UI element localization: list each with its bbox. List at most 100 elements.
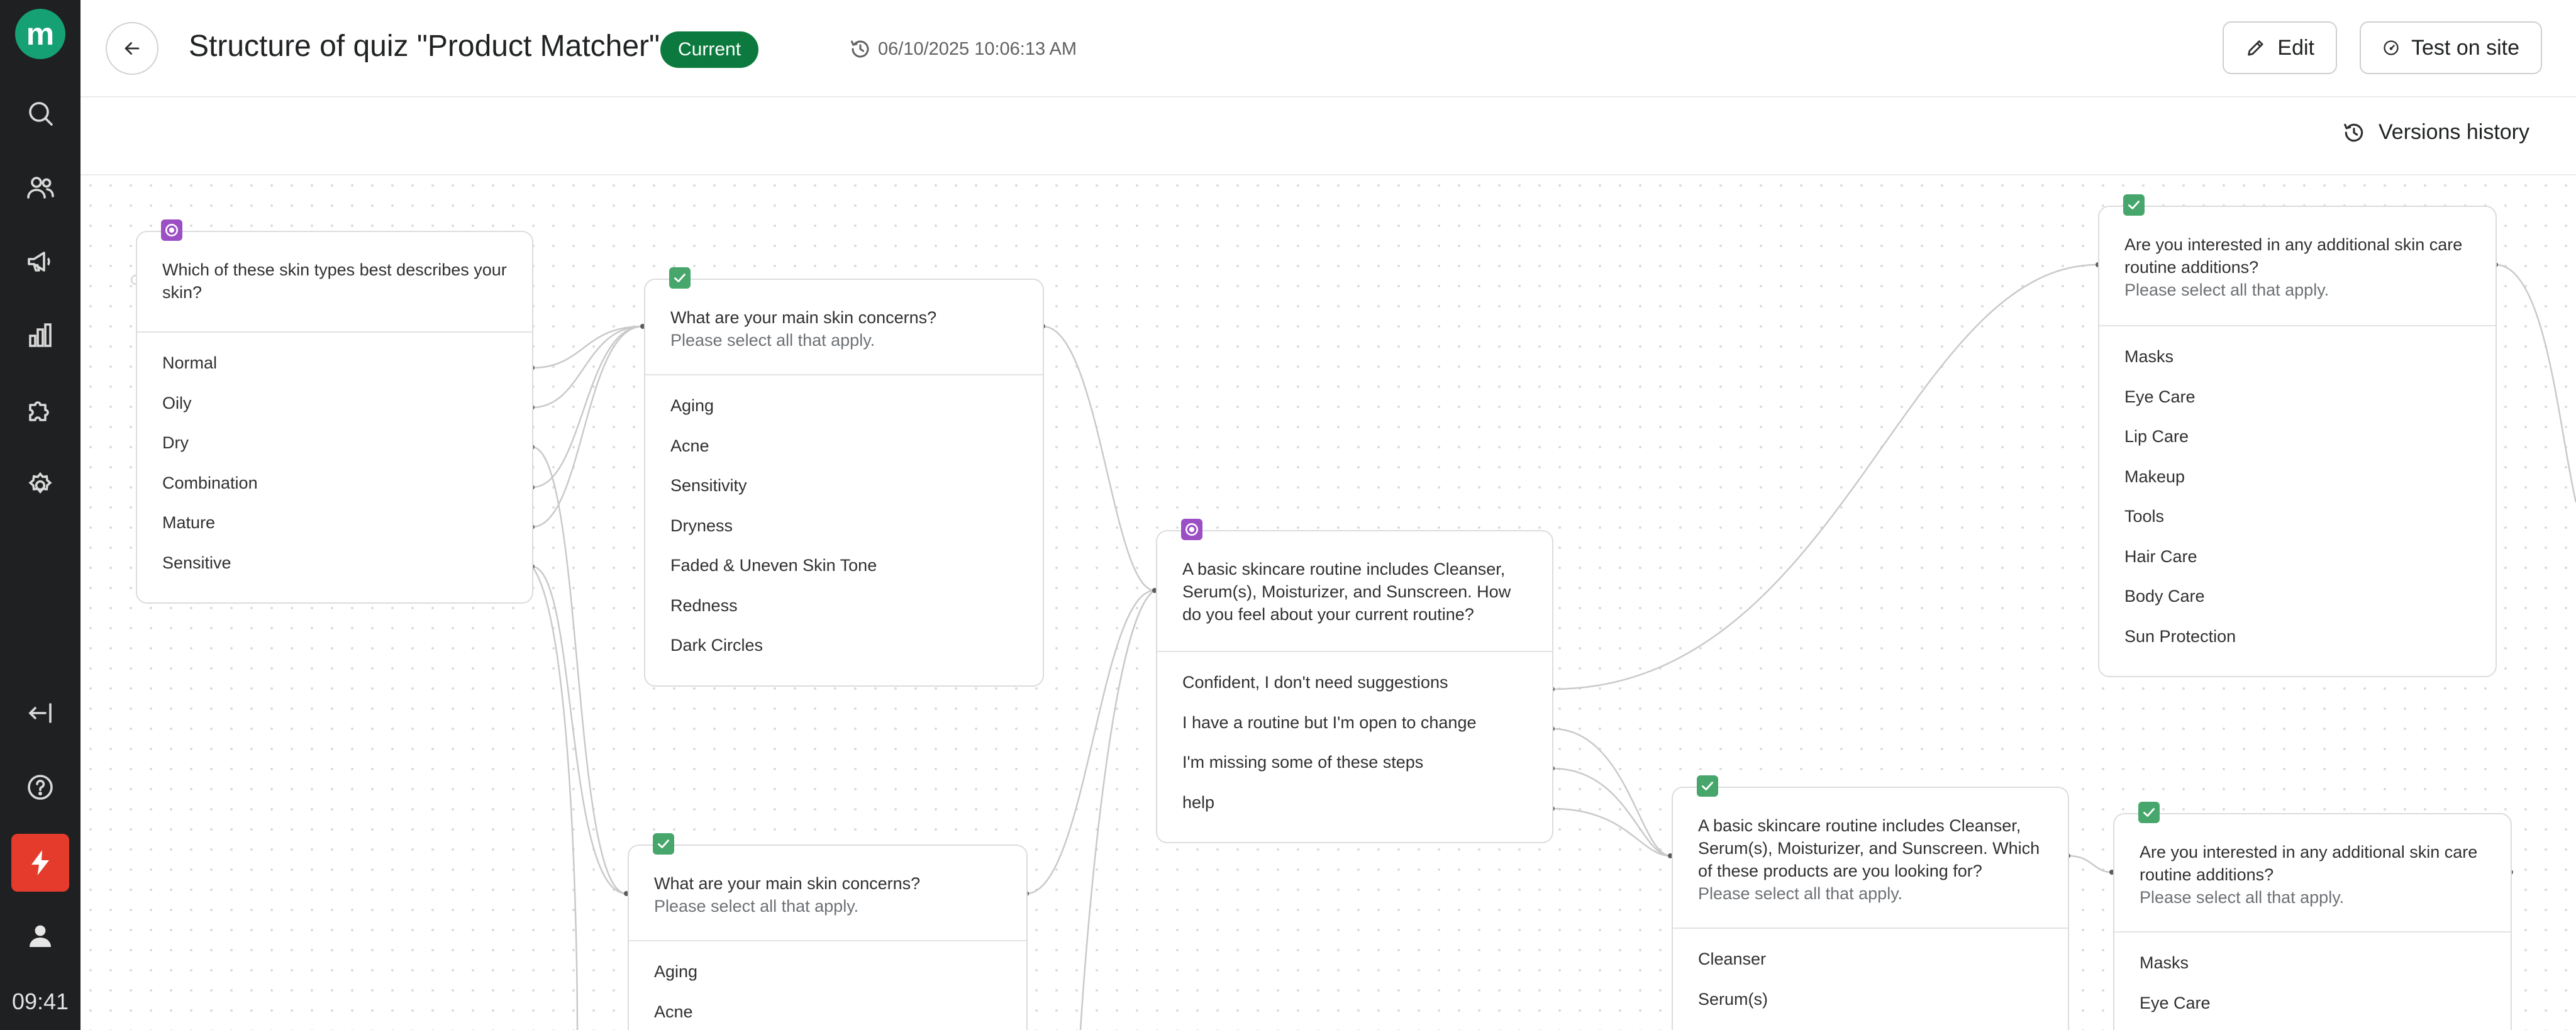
multi-choice-badge xyxy=(653,833,674,855)
bolt-icon xyxy=(31,850,49,875)
multi-choice-badge xyxy=(2123,194,2145,216)
answer-option: Combination xyxy=(162,473,258,492)
answer-option: Sun Protection xyxy=(2124,626,2236,646)
versions-history-label: Versions history xyxy=(2379,120,2529,144)
help-icon xyxy=(28,775,53,800)
checkbox-icon xyxy=(1702,782,1713,790)
answer-option: Eye Care xyxy=(2140,993,2211,1012)
multi-choice-badge xyxy=(2138,802,2160,823)
puzzle-icon xyxy=(29,401,49,421)
edit-button[interactable]: Edit xyxy=(2223,21,2337,74)
checkbox-icon xyxy=(2143,808,2155,817)
arrow-left-icon xyxy=(125,42,140,55)
question-hint: Please select all that apply. xyxy=(1698,884,1903,903)
checkbox-icon xyxy=(658,839,669,848)
speedometer-icon xyxy=(2384,40,2399,55)
app-logo[interactable]: m xyxy=(15,9,65,59)
versions-history-button[interactable]: Versions history xyxy=(2342,120,2529,145)
multi-choice-badge xyxy=(669,267,691,289)
question-text: What are your main skin concerns? xyxy=(670,308,937,327)
answer-option: Dark Circles xyxy=(670,636,763,655)
question-node-skin-type[interactable]: Which of these skin types best describes… xyxy=(136,219,533,604)
question-hint: Please select all that apply. xyxy=(670,331,875,350)
answer-option: Masks xyxy=(2124,347,2174,366)
radio-icon xyxy=(1185,523,1198,536)
answer-option: Oily xyxy=(162,393,192,413)
analytics-icon xyxy=(29,323,52,347)
question-node-routine-additions-secondary[interactable]: Are you interested in any additional ski… xyxy=(2113,802,2512,1030)
checkbox-icon xyxy=(674,274,686,282)
back-button[interactable] xyxy=(106,22,158,75)
answer-option: Masks xyxy=(2140,953,2189,972)
profile-icon xyxy=(30,925,51,947)
radio-icon xyxy=(165,224,178,236)
gear-icon xyxy=(28,472,52,494)
multi-choice-badge xyxy=(1697,775,1718,797)
question-text: A basic skincare routine includes Cleans… xyxy=(1698,816,2040,880)
answer-option: Hair Care xyxy=(2124,546,2197,566)
users-icon xyxy=(27,177,54,199)
answer-option: Redness xyxy=(670,595,738,615)
page-title: Structure of quiz "Product Matcher" xyxy=(189,30,660,63)
single-choice-badge xyxy=(1181,519,1202,540)
answer-option: Mature xyxy=(162,513,216,532)
answer-option: Aging xyxy=(670,396,714,415)
answer-option: Normal xyxy=(162,353,218,372)
answer-option: I'm missing some of these steps xyxy=(1182,753,1424,772)
analytics-nav-button[interactable] xyxy=(15,311,65,361)
checkbox-icon xyxy=(2128,201,2140,209)
clock: 09:41 xyxy=(11,988,69,1014)
history-icon xyxy=(851,40,869,58)
search-icon xyxy=(29,102,53,126)
app-sidebar: m 09:41 xyxy=(0,0,80,1030)
status-badge: Current xyxy=(660,31,759,68)
campaigns-nav-button[interactable] xyxy=(15,236,65,287)
search-nav-button[interactable] xyxy=(15,88,65,138)
settings-nav-button[interactable] xyxy=(15,460,65,511)
question-hint: Please select all that apply. xyxy=(654,897,859,916)
answer-option: help xyxy=(1182,792,1215,812)
integrations-nav-button[interactable] xyxy=(15,385,65,435)
single-choice-badge xyxy=(161,219,182,241)
users-nav-button[interactable] xyxy=(15,162,65,213)
answer-option: Faded & Uneven Skin Tone xyxy=(670,556,877,575)
answer-option: Makeup xyxy=(2124,467,2185,486)
profile-button[interactable] xyxy=(15,911,65,961)
collapse-sidebar-button[interactable] xyxy=(15,688,65,738)
question-text: Are you interested in any additional ski… xyxy=(2140,843,2478,884)
answer-option: I have a routine but I'm open to change xyxy=(1182,712,1477,732)
answer-option: Sensitivity xyxy=(670,476,747,495)
test-on-site-button[interactable]: Test on site xyxy=(2360,21,2542,74)
question-node-skin-concerns-secondary[interactable]: What are your main skin concerns? Please… xyxy=(628,833,1028,1030)
question-text: A basic skincare routine includes Cleans… xyxy=(1182,560,1511,624)
pencil-icon xyxy=(2248,40,2263,56)
question-node-skin-concerns[interactable]: What are your main skin concerns? Please… xyxy=(644,267,1044,687)
answer-option: Acne xyxy=(670,436,709,455)
question-node-routine-additions[interactable]: Are you interested in any additional ski… xyxy=(2098,194,2497,677)
answer-option: Lip Care xyxy=(2124,427,2189,446)
answer-option: Tools xyxy=(2124,507,2165,526)
collapse-icon xyxy=(28,703,52,723)
question-node-products[interactable]: A basic skincare routine includes Cleans… xyxy=(1672,775,2069,1030)
edit-button-label: Edit xyxy=(2277,35,2314,60)
logo-letter: m xyxy=(26,16,55,52)
answer-option: Confident, I don't need suggestions xyxy=(1182,673,1448,692)
answer-option: Acne xyxy=(654,1002,693,1021)
quiz-structure-canvas[interactable]: Which of these skin types best describes… xyxy=(80,175,2576,1030)
help-button[interactable] xyxy=(15,762,65,812)
question-node-routine[interactable]: A basic skincare routine includes Cleans… xyxy=(1156,519,1553,843)
quick-actions-button[interactable] xyxy=(11,834,69,892)
history-icon xyxy=(2344,123,2363,141)
answer-option: Body Care xyxy=(2124,587,2205,606)
answer-option: Cleanser xyxy=(1698,950,1767,968)
answer-option: Eye Care xyxy=(2124,387,2196,406)
megaphone-icon xyxy=(28,252,50,272)
version-timestamp: 06/10/2025 10:06:13 AM xyxy=(878,39,1077,59)
answer-option: Sensitive xyxy=(162,553,231,572)
canvas-toolbar: Versions history xyxy=(80,97,2576,175)
answer-option: Dryness xyxy=(670,516,733,535)
answer-option: Aging xyxy=(654,962,698,981)
question-text: What are your main skin concerns? xyxy=(654,874,921,893)
answer-option: Dry xyxy=(162,433,189,452)
question-text: Which of these skin types best describes… xyxy=(162,260,507,302)
